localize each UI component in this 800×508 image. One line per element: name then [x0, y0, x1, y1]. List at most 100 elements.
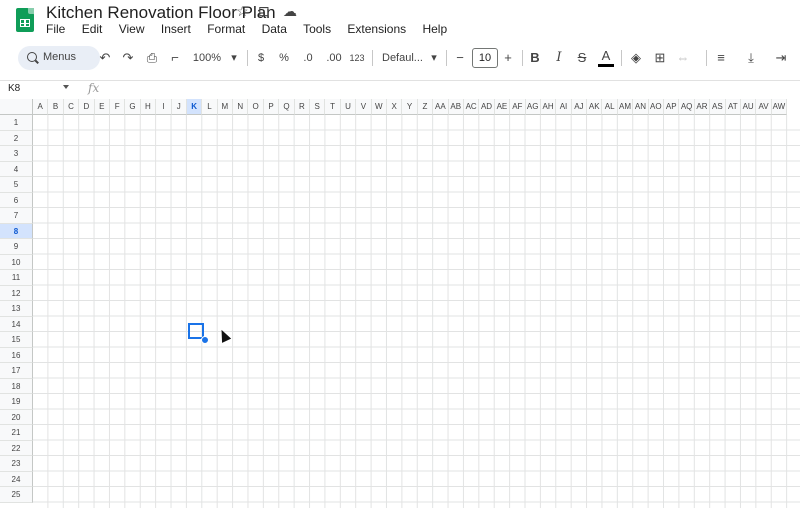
column-header[interactable]: L: [202, 99, 218, 115]
menu-edit[interactable]: Edit: [82, 22, 103, 36]
column-header[interactable]: AN: [633, 99, 649, 115]
column-header[interactable]: Z: [417, 99, 434, 115]
column-header[interactable]: H: [140, 99, 157, 115]
column-header[interactable]: I: [156, 99, 172, 115]
column-header[interactable]: AW: [771, 99, 788, 115]
column-header[interactable]: AE: [494, 99, 511, 115]
column-header[interactable]: A: [33, 99, 49, 115]
column-header[interactable]: AV: [756, 99, 772, 115]
column-header[interactable]: X: [386, 99, 403, 115]
sheets-logo-icon[interactable]: [16, 8, 34, 32]
menu-tools[interactable]: Tools: [303, 22, 331, 36]
column-header[interactable]: AI: [556, 99, 572, 115]
column-header[interactable]: AO: [648, 99, 665, 115]
percent-format-button[interactable]: %: [278, 48, 290, 68]
menu-extensions[interactable]: Extensions: [347, 22, 406, 36]
column-header[interactable]: S: [310, 99, 326, 115]
column-header[interactable]: C: [63, 99, 80, 115]
row-header[interactable]: 21: [0, 425, 33, 441]
row-header[interactable]: 7: [0, 208, 33, 224]
name-box-dropdown-icon[interactable]: [63, 85, 69, 89]
font-dropdown-icon[interactable]: ▾: [430, 48, 438, 68]
column-header[interactable]: E: [94, 99, 110, 115]
column-header[interactable]: J: [171, 99, 187, 115]
menu-file[interactable]: File: [46, 22, 65, 36]
column-header[interactable]: W: [371, 99, 387, 115]
font-family-select[interactable]: Defaul...: [382, 48, 426, 68]
column-header[interactable]: AU: [740, 99, 757, 115]
column-header[interactable]: AM: [617, 99, 634, 115]
column-header[interactable]: R: [294, 99, 311, 115]
undo-icon[interactable]: ↶: [98, 48, 112, 68]
paint-format-icon[interactable]: ⌐: [168, 48, 182, 68]
column-header[interactable]: AD: [479, 99, 495, 115]
column-header[interactable]: AS: [710, 99, 726, 115]
row-header[interactable]: 17: [0, 363, 33, 379]
row-header[interactable]: 6: [0, 192, 33, 208]
column-header[interactable]: AC: [463, 99, 480, 115]
align-icon[interactable]: ≡: [714, 48, 728, 68]
row-header[interactable]: 12: [0, 285, 33, 301]
column-header[interactable]: Q: [279, 99, 295, 115]
row-header[interactable]: 2: [0, 130, 33, 146]
column-header[interactable]: AT: [725, 99, 741, 115]
row-header[interactable]: 23: [0, 456, 33, 472]
row-header[interactable]: 5: [0, 177, 33, 193]
column-header[interactable]: U: [340, 99, 357, 115]
zoom-dropdown-icon[interactable]: ▾: [230, 48, 238, 68]
row-header[interactable]: 4: [0, 161, 33, 177]
column-header[interactable]: AP: [664, 99, 680, 115]
row-header[interactable]: 11: [0, 270, 33, 286]
decrease-font-size-icon[interactable]: −: [454, 48, 466, 68]
move-folder-icon[interactable]: ⊡: [258, 3, 270, 20]
row-header[interactable]: 15: [0, 332, 33, 348]
column-header[interactable]: O: [248, 99, 264, 115]
column-header[interactable]: G: [125, 99, 141, 115]
row-header[interactable]: 14: [0, 316, 33, 332]
column-header[interactable]: AQ: [679, 99, 695, 115]
menu-insert[interactable]: Insert: [161, 22, 191, 36]
italic-icon[interactable]: I: [552, 48, 566, 68]
menu-help[interactable]: Help: [422, 22, 447, 36]
row-header[interactable]: 25: [0, 487, 33, 503]
increase-decimal-button[interactable]: .00: [324, 48, 344, 68]
column-header[interactable]: K: [186, 99, 203, 115]
row-header[interactable]: 24: [0, 471, 33, 487]
row-header[interactable]: 13: [0, 301, 33, 317]
print-icon[interactable]: ⎙: [144, 48, 160, 68]
column-header[interactable]: Y: [402, 99, 418, 115]
column-header[interactable]: AB: [448, 99, 464, 115]
text-color-icon[interactable]: A: [598, 48, 614, 67]
increase-font-size-icon[interactable]: +: [502, 48, 514, 68]
bold-icon[interactable]: B: [528, 48, 542, 68]
currency-format-button[interactable]: $: [256, 48, 266, 68]
menu-format[interactable]: Format: [207, 22, 245, 36]
row-header[interactable]: 22: [0, 440, 33, 456]
menu-data[interactable]: Data: [262, 22, 287, 36]
column-header[interactable]: N: [233, 99, 249, 115]
menu-view[interactable]: View: [119, 22, 145, 36]
column-header[interactable]: V: [356, 99, 372, 115]
row-header[interactable]: 10: [0, 254, 33, 270]
row-header[interactable]: 19: [0, 394, 33, 410]
column-header[interactable]: B: [48, 99, 64, 115]
row-header[interactable]: 16: [0, 347, 33, 363]
column-header[interactable]: P: [263, 99, 280, 115]
strikethrough-icon[interactable]: S: [575, 48, 589, 68]
column-header[interactable]: AR: [694, 99, 711, 115]
cell-area[interactable]: [33, 115, 800, 508]
row-header[interactable]: 20: [0, 409, 33, 425]
valign-icon[interactable]: ⤓: [744, 48, 758, 68]
fill-handle[interactable]: [201, 336, 209, 344]
number-format-button[interactable]: 123: [348, 48, 366, 68]
column-header[interactable]: F: [109, 99, 126, 115]
zoom-select[interactable]: 100%: [192, 48, 222, 68]
column-header[interactable]: D: [79, 99, 95, 115]
star-icon[interactable]: ☆: [236, 3, 249, 20]
column-header[interactable]: AA: [433, 99, 449, 115]
font-size-input[interactable]: 10: [472, 48, 498, 68]
decrease-decimal-button[interactable]: .0: [300, 48, 316, 68]
column-header[interactable]: M: [217, 99, 234, 115]
column-header[interactable]: AG: [525, 99, 541, 115]
name-box[interactable]: K8: [8, 83, 20, 94]
